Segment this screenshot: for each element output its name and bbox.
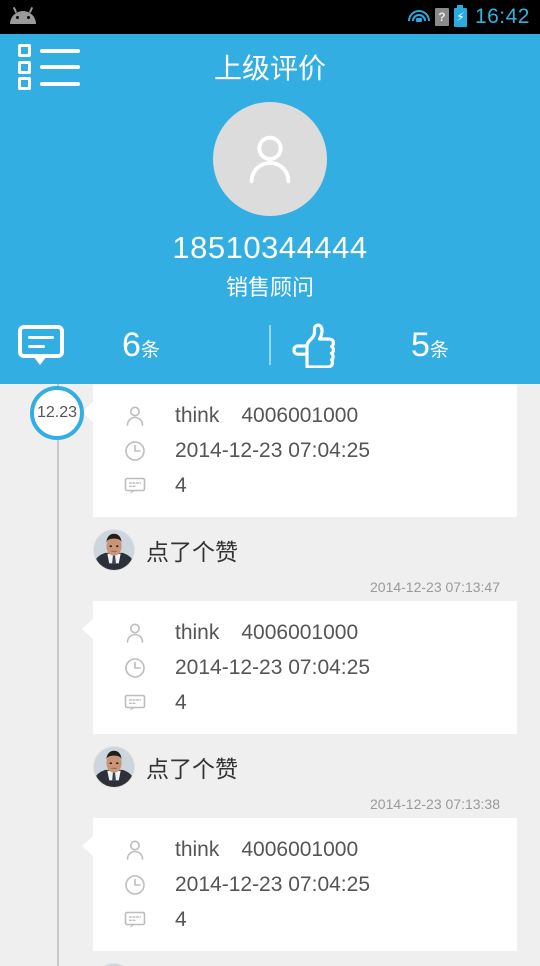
clock-icon (123, 438, 153, 464)
card-row-comments: 4 (93, 468, 517, 503)
like-top-row: 点了个赞 (93, 746, 517, 788)
like-item[interactable]: 点了个赞 2014-12-23 07:13:47 (93, 517, 517, 601)
profile-header: 上级评价 18510344444 销售顾问 6条 5条 (0, 34, 540, 384)
timeline-entry: think 4006001000 2014-12-23 07:04:25 4 (0, 601, 540, 818)
card-user-text: think 4006001000 (175, 621, 358, 645)
like-text: 点了个赞 (146, 756, 238, 782)
card-user-name: think (175, 620, 220, 644)
like-count-value: 5 (411, 326, 430, 364)
card-user-phone: 4006001000 (241, 403, 359, 427)
card-user-phone: 4006001000 (241, 620, 359, 644)
profile-avatar-wrap (0, 102, 540, 216)
stat-likes[interactable]: 5条 (271, 322, 540, 368)
top-bar: 上级评价 (0, 34, 540, 100)
card-row-time: 2014-12-23 07:04:25 (93, 650, 517, 685)
timeline-list[interactable]: 12.23 think 4006001000 2014-12-23 07:04:2… (0, 384, 540, 966)
page-title: 上级评价 (213, 53, 326, 84)
status-bar: ? ⚡ 16:42 (0, 0, 540, 34)
comment-icon (123, 690, 153, 716)
clock-icon (123, 872, 153, 898)
clock-icon (123, 655, 153, 681)
comment-icon (123, 473, 153, 499)
sim-unknown-icon: ? (434, 8, 449, 26)
user-photo-avatar[interactable] (93, 529, 135, 571)
person-icon (123, 620, 153, 646)
timeline-entry: think 4006001000 2014-12-23 07:04:25 4 (0, 818, 540, 966)
card-user-name: think (175, 837, 220, 861)
person-icon (123, 403, 153, 429)
like-item[interactable]: 点了个赞 2014-12-23 07:13:31 (93, 951, 517, 966)
card-comment-count: 4 (175, 907, 187, 931)
thumbs-up-icon (292, 323, 336, 368)
like-count: 5条 (411, 328, 449, 362)
profile-role: 销售顾问 (225, 275, 314, 300)
card-row-time: 2014-12-23 07:04:25 (93, 867, 517, 902)
status-bar-clock: 16:42 (474, 5, 530, 28)
battery-charging-icon: ⚡ (453, 4, 467, 27)
like-item[interactable]: 点了个赞 2014-12-23 07:13:38 (93, 734, 517, 818)
comment-icon (123, 907, 153, 933)
person-icon (123, 837, 153, 863)
card-comment-count: 4 (175, 473, 187, 497)
stat-comments[interactable]: 6条 (0, 325, 269, 365)
card-user-text: think 4006001000 (175, 838, 358, 862)
card-row-comments: 4 (93, 902, 517, 937)
card-user-name: think (175, 403, 220, 427)
avatar[interactable] (213, 102, 327, 216)
profile-phone: 18510344444 (172, 230, 368, 265)
like-top-row: 点了个赞 (93, 529, 517, 571)
person-placeholder-icon (249, 135, 291, 184)
card-user-text: think 4006001000 (175, 404, 358, 428)
evaluation-card[interactable]: think 4006001000 2014-12-23 07:04:25 4 (82, 818, 517, 951)
card-user-phone: 4006001000 (241, 837, 359, 861)
android-robot-icon (10, 6, 36, 25)
comment-count: 6条 (122, 328, 160, 362)
list-menu-icon[interactable] (18, 44, 80, 90)
card-row-user: think 4006001000 (93, 398, 517, 433)
like-timestamp: 2014-12-23 07:13:38 (370, 796, 500, 812)
comment-count-value: 6 (122, 326, 141, 364)
wifi-icon (407, 9, 430, 25)
date-badge: 12.23 (30, 386, 84, 440)
like-timestamp: 2014-12-23 07:13:47 (370, 579, 500, 595)
like-text: 点了个赞 (146, 539, 238, 565)
stats-row: 6条 5条 (0, 314, 540, 376)
evaluation-card[interactable]: think 4006001000 2014-12-23 07:04:25 4 (82, 384, 517, 517)
user-photo-avatar[interactable] (93, 746, 135, 788)
card-time: 2014-12-23 07:04:25 (175, 438, 370, 462)
like-count-unit: 条 (429, 340, 449, 361)
evaluation-card[interactable]: think 4006001000 2014-12-23 07:04:25 4 (82, 601, 517, 734)
card-row-comments: 4 (93, 685, 517, 720)
card-row-user: think 4006001000 (93, 832, 517, 867)
comment-icon (18, 325, 64, 365)
comment-count-unit: 条 (140, 340, 160, 361)
status-bar-right: ? ⚡ 16:42 (407, 4, 530, 29)
card-time: 2014-12-23 07:04:25 (175, 872, 370, 896)
card-time: 2014-12-23 07:04:25 (175, 655, 370, 679)
card-row-time: 2014-12-23 07:04:25 (93, 433, 517, 468)
card-comment-count: 4 (175, 690, 187, 714)
card-row-user: think 4006001000 (93, 615, 517, 650)
